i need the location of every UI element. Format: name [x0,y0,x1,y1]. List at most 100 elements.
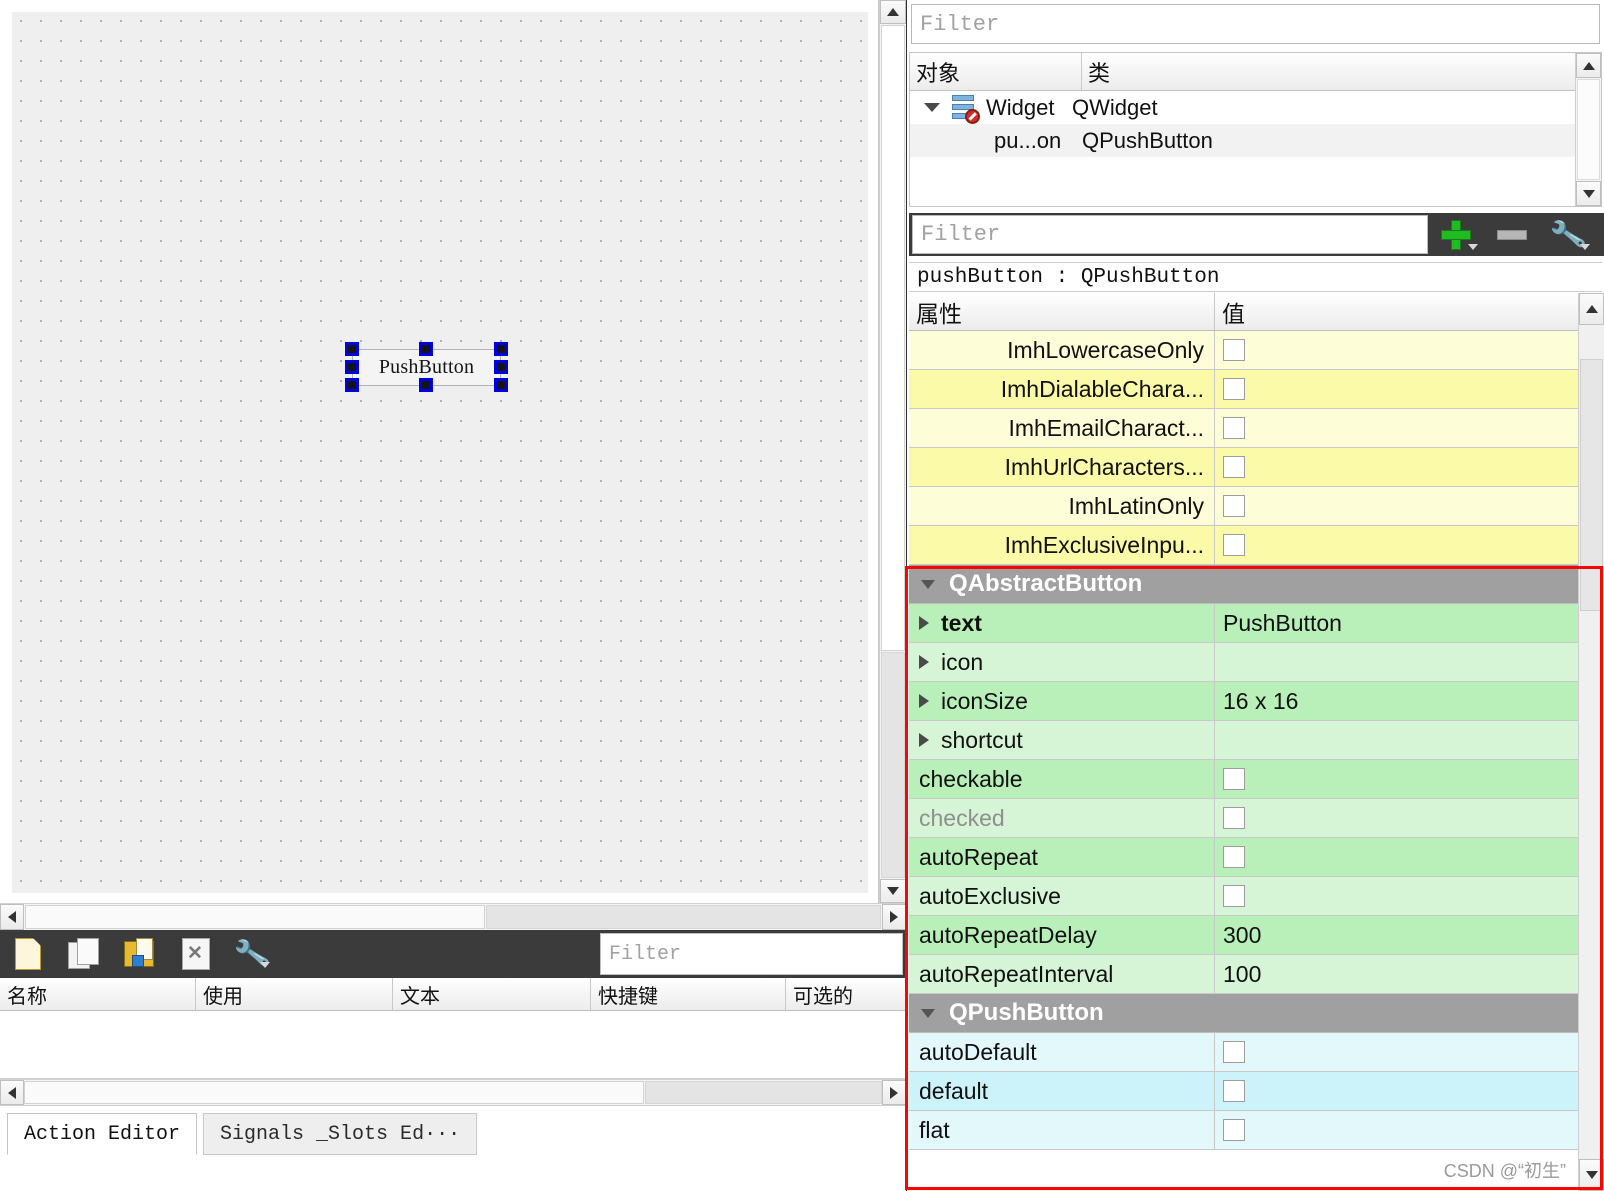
property-value-cell[interactable] [1215,331,1604,369]
property-checkbox[interactable] [1223,417,1245,439]
action-table-body[interactable] [0,1011,906,1079]
scroll-right-button[interactable] [882,904,906,930]
action-horizontal-scroll-track[interactable] [645,1081,882,1104]
configure-property-button[interactable]: 🔧 [1540,213,1596,256]
property-editor-table[interactable]: 属性 值 ImhLowercaseOnly ImhDialableChara...… [909,293,1604,1191]
canvas-vertical-scrollbar[interactable] [879,0,906,903]
property-checkbox[interactable] [1223,1119,1245,1141]
property-checkbox[interactable] [1223,495,1245,517]
property-scroll-up-button[interactable] [1579,293,1604,325]
property-checkbox[interactable] [1223,378,1245,400]
property-checkbox[interactable] [1223,1080,1245,1102]
object-column-object[interactable]: 对象 [910,53,1082,90]
resize-handle-middle-left[interactable] [345,360,359,374]
resize-handle-top-right[interactable] [494,342,508,356]
action-horizontal-scrollbar[interactable] [0,1079,906,1105]
object-tree-scroll-down-button[interactable] [1576,181,1601,206]
object-tree-row-widget[interactable]: Widget QWidget [910,91,1601,124]
property-scroll-thumb[interactable] [1580,359,1603,611]
property-value-cell[interactable] [1215,799,1604,837]
action-filter-input[interactable]: Filter [600,933,903,975]
property-checkbox[interactable] [1223,339,1245,361]
property-row[interactable]: shortcut [909,721,1604,760]
property-value-cell[interactable] [1215,409,1604,447]
chevron-down-icon[interactable] [921,579,935,589]
property-value-cell[interactable] [1215,838,1604,876]
property-row[interactable]: ImhEmailCharact... [909,409,1604,448]
property-vertical-scrollbar[interactable] [1578,293,1604,1191]
property-value-cell[interactable] [1215,1072,1604,1110]
paste-action-button[interactable] [112,930,168,978]
copy-action-button[interactable] [56,930,112,978]
chevron-right-icon[interactable] [919,733,929,747]
property-scroll-down-button[interactable] [1579,1159,1604,1191]
property-row[interactable]: iconSize 16 x 16 [909,682,1604,721]
canvas-vertical-scroll-thumb[interactable] [881,25,905,651]
scroll-down-button[interactable] [880,879,906,903]
property-value-cell[interactable] [1215,526,1604,564]
property-value-cell[interactable] [1215,487,1604,525]
canvas-vertical-scroll-track[interactable] [881,652,905,878]
property-row[interactable]: ImhLatinOnly [909,487,1604,526]
tab-action-editor[interactable]: Action Editor [7,1113,198,1155]
property-filter-input[interactable]: Filter [912,215,1428,254]
chevron-down-icon[interactable] [924,103,940,112]
property-group-qpushbutton[interactable]: QPushButton [909,994,1604,1033]
property-value-cell[interactable] [1215,760,1604,798]
property-row[interactable]: checked [909,799,1604,838]
action-column-text[interactable]: 文本 [393,978,591,1010]
canvas-horizontal-scrollbar[interactable] [0,903,906,930]
tab-signals-slots-editor[interactable]: Signals _Slots Ed··· [203,1113,478,1155]
property-row[interactable]: autoDefault [909,1033,1604,1072]
new-action-button[interactable] [0,930,56,978]
scroll-up-button[interactable] [880,0,906,24]
canvas-horizontal-scroll-thumb[interactable] [25,905,485,929]
action-scroll-left-button[interactable] [0,1080,24,1105]
object-tree-row-pushbutton[interactable]: pu...on QPushButton [910,124,1601,157]
property-row[interactable]: ImhDialableChara... [909,370,1604,409]
delete-action-button[interactable] [168,930,224,978]
property-checkbox[interactable] [1223,1041,1245,1063]
configure-action-button[interactable]: 🔧 [224,930,280,978]
property-column-value[interactable]: 值 [1215,293,1604,330]
property-checkbox[interactable] [1223,846,1245,868]
property-checkbox[interactable] [1223,807,1245,829]
property-value-cell[interactable]: PushButton [1215,604,1604,642]
object-inspector-filter-input[interactable]: Filter [911,4,1600,44]
property-row[interactable]: autoRepeat [909,838,1604,877]
property-value-cell[interactable] [1215,877,1604,915]
property-row[interactable]: autoRepeatDelay 300 [909,916,1604,955]
property-value-cell[interactable] [1215,448,1604,486]
chevron-right-icon[interactable] [919,616,929,630]
property-checkbox[interactable] [1223,885,1245,907]
resize-handle-bottom-right[interactable] [494,378,508,392]
resize-handle-top-left[interactable] [345,342,359,356]
property-value-cell[interactable]: 300 [1215,916,1604,954]
property-value-cell[interactable]: 100 [1215,955,1604,993]
property-value-cell[interactable] [1215,1033,1604,1071]
property-row[interactable]: text PushButton [909,604,1604,643]
form-canvas[interactable]: PushButton [0,0,879,903]
chevron-down-icon[interactable] [921,1008,935,1018]
property-row[interactable]: ImhExclusiveInpu... [909,526,1604,565]
action-column-checkable[interactable]: 可选的 [786,978,906,1010]
action-column-shortcut[interactable]: 快捷键 [591,978,786,1010]
property-value-cell[interactable] [1215,721,1604,759]
resize-handle-bottom-left[interactable] [345,378,359,392]
action-column-usage[interactable]: 使用 [196,978,393,1010]
property-row[interactable]: ImhUrlCharacters... [909,448,1604,487]
resize-handle-middle-right[interactable] [494,360,508,374]
canvas-horizontal-scroll-track[interactable] [486,905,881,929]
property-row[interactable]: checkable [909,760,1604,799]
object-tree-vertical-scrollbar[interactable] [1575,53,1601,206]
chevron-right-icon[interactable] [919,694,929,708]
property-row[interactable]: icon [909,643,1604,682]
form-canvas-grid[interactable]: PushButton [12,12,868,893]
resize-handle-top-center[interactable] [419,342,433,356]
action-scroll-right-button[interactable] [882,1080,906,1105]
property-row[interactable]: default [909,1072,1604,1111]
property-value-cell[interactable] [1215,1111,1604,1149]
object-inspector-tree[interactable]: 对象 类 Widget QWidget pu...on QPushButton [909,52,1602,207]
add-property-button[interactable] [1428,213,1484,256]
property-row[interactable]: autoExclusive [909,877,1604,916]
